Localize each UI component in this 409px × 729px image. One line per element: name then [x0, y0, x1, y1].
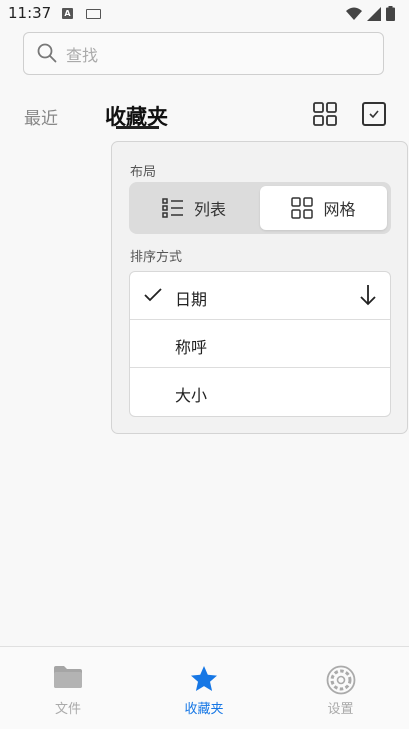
- nav-label-favorites: 收藏夹: [184, 702, 224, 717]
- status-time: 11:37: [8, 4, 52, 22]
- status-bar: 11:37 A: [0, 0, 409, 28]
- layout-section-title: 布局: [130, 165, 157, 180]
- arrow-down-icon[interactable]: [360, 284, 376, 306]
- sort-option-label: 称呼: [175, 338, 208, 357]
- layout-option-grid[interactable]: 网格: [260, 186, 387, 230]
- nav-label-settings: 设置: [327, 702, 354, 717]
- view-options-popover: 布局 列表 网格 排序方式 日期 称呼 大小: [111, 141, 408, 434]
- keyboard-icon: [86, 9, 101, 19]
- tab-recent[interactable]: 最近: [24, 104, 58, 129]
- status-icons: [346, 6, 395, 21]
- search-icon: [37, 43, 57, 63]
- folder-icon: [54, 666, 82, 688]
- search-bar[interactable]: [23, 32, 384, 75]
- battery-icon: [386, 6, 395, 21]
- sort-option-size[interactable]: 大小: [130, 368, 390, 416]
- nav-item-settings[interactable]: 设置: [272, 647, 409, 729]
- signal-icon: [367, 6, 381, 21]
- search-input[interactable]: [64, 41, 368, 69]
- bottom-navigation: 文件 收藏夹 设置: [0, 646, 409, 729]
- grid-view-icon[interactable]: [312, 101, 338, 127]
- layout-grid-label: 网格: [323, 200, 356, 219]
- checkbox-icon: [369, 110, 379, 119]
- grid-icon: [291, 197, 314, 219]
- sort-section-title: 排序方式: [130, 250, 183, 265]
- gear-icon: [326, 665, 355, 695]
- sort-option-label: 大小: [175, 386, 208, 405]
- nav-label-files: 文件: [54, 702, 81, 717]
- nav-item-favorites[interactable]: 收藏夹: [136, 647, 272, 729]
- active-tab-indicator: [116, 126, 159, 129]
- layout-segmented-control: 列表 网格: [129, 182, 391, 234]
- checkmark-icon: [144, 288, 162, 302]
- nav-item-files[interactable]: 文件: [0, 647, 136, 729]
- text-input-notification-icon: A: [62, 8, 73, 19]
- wifi-icon: [346, 7, 362, 20]
- star-icon: [191, 666, 217, 691]
- sort-options-list: 日期 称呼 大小: [129, 271, 391, 417]
- sort-option-label: 日期: [175, 290, 208, 309]
- list-icon: [162, 198, 183, 218]
- layout-option-list[interactable]: 列表: [132, 186, 256, 230]
- layout-list-label: 列表: [193, 200, 226, 219]
- sort-option-name[interactable]: 称呼: [130, 320, 390, 368]
- sort-option-date[interactable]: 日期: [130, 272, 390, 320]
- select-mode-button[interactable]: [362, 102, 386, 126]
